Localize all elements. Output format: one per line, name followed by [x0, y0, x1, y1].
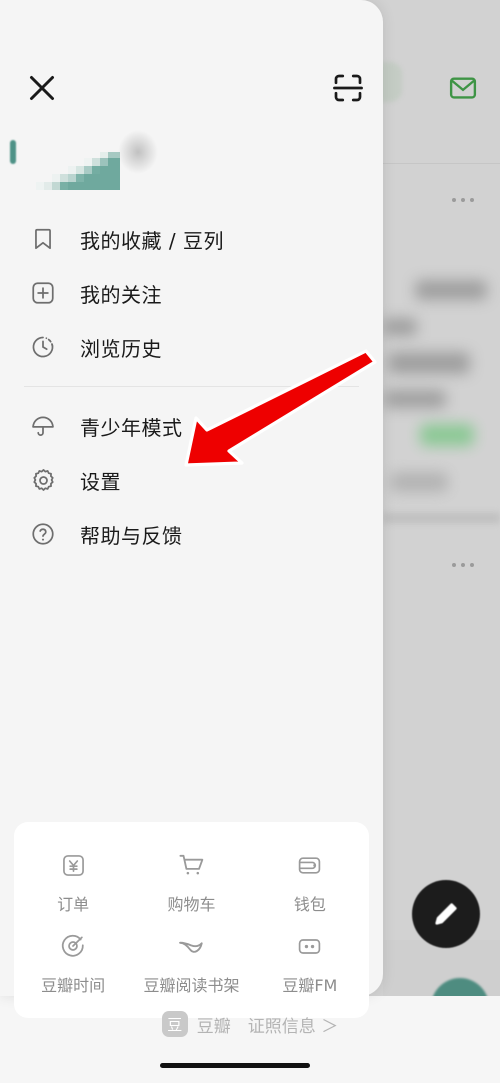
- background-highlight-block: [420, 424, 474, 446]
- service-douban-time[interactable]: 豆瓣时间: [14, 921, 132, 1002]
- menu-item-label: 我的关注: [80, 282, 162, 307]
- side-drawer: 我的收藏 / 豆列 我的关注 浏览历史 青少年模式 设置 帮助与反馈 订单 购物…: [0, 0, 383, 1018]
- scan-icon[interactable]: [330, 70, 366, 106]
- service-label: 豆瓣阅读书架: [143, 976, 240, 995]
- gear-icon: [26, 463, 60, 497]
- service-label: 豆瓣FM: [282, 976, 338, 995]
- menu-item-help[interactable]: 帮助与反馈: [0, 507, 383, 561]
- menu-item-label: 浏览历史: [80, 336, 162, 361]
- service-douban-read[interactable]: 豆瓣阅读书架: [132, 921, 250, 1002]
- douban-time-icon: [59, 929, 87, 963]
- avatar[interactable]: [10, 140, 16, 164]
- menu-item-teen-mode[interactable]: 青少年模式: [0, 399, 383, 453]
- home-indicator[interactable]: [160, 1063, 310, 1068]
- services-grid-row: 豆瓣时间 豆瓣阅读书架 豆瓣FM: [14, 921, 369, 1002]
- service-orders[interactable]: 订单: [14, 840, 132, 921]
- footer: 豆 豆瓣 证照信息 ＞: [0, 1004, 500, 1044]
- envelope-icon[interactable]: [444, 73, 482, 103]
- clock-history-icon: [26, 330, 60, 364]
- services-grid-row: 订单 购物车 钱包: [14, 840, 369, 921]
- license-info-link[interactable]: 证照信息 ＞: [248, 1012, 338, 1037]
- menu-item-label: 帮助与反馈: [80, 523, 183, 548]
- douban-logo-icon: 豆: [161, 1011, 188, 1037]
- menu-item-label: 我的收藏 / 豆列: [80, 228, 224, 253]
- bookmark-icon: [26, 222, 60, 256]
- background-text-block: [383, 318, 417, 336]
- background-section-band: [383, 512, 500, 524]
- app-screen: 我的收藏 / 豆列 我的关注 浏览历史 青少年模式 设置 帮助与反馈 订单 购物…: [0, 0, 500, 1083]
- service-wallet[interactable]: 钱包: [251, 840, 369, 921]
- close-icon[interactable]: [24, 70, 60, 106]
- services-grid-card: 订单 购物车 钱包 豆瓣时间 豆瓣阅读书架 豆瓣FM: [14, 822, 369, 1018]
- menu-item-label: 青少年模式: [80, 415, 183, 440]
- service-label: 购物车: [167, 895, 216, 914]
- footer-brand: 豆瓣: [196, 1016, 231, 1037]
- menu-divider: [24, 386, 359, 387]
- shopping-cart-icon: [177, 848, 206, 882]
- background-divider: [383, 163, 500, 164]
- menu-item-settings[interactable]: 设置: [0, 453, 383, 507]
- background-text-block: [390, 472, 448, 492]
- drawer-header: [0, 0, 383, 150]
- service-label: 豆瓣时间: [41, 976, 106, 995]
- douban-fm-icon: [296, 929, 323, 963]
- menu-item-following[interactable]: 我的关注: [0, 266, 383, 320]
- drawer-menu: 我的收藏 / 豆列 我的关注 浏览历史 青少年模式 设置 帮助与反馈: [0, 212, 383, 561]
- question-circle-icon: [26, 517, 60, 551]
- service-douban-fm[interactable]: 豆瓣FM: [251, 921, 369, 1002]
- umbrella-icon: [26, 409, 60, 443]
- pencil-icon[interactable]: [412, 880, 480, 948]
- ellipsis-icon[interactable]: [452, 563, 474, 567]
- menu-item-history[interactable]: 浏览历史: [0, 320, 383, 374]
- service-label: 订单: [57, 895, 90, 914]
- service-cart[interactable]: 购物车: [132, 840, 250, 921]
- background-text-block: [415, 280, 487, 300]
- service-label: 钱包: [293, 895, 326, 914]
- wallet-icon: [296, 848, 323, 882]
- redacted-username: [36, 144, 120, 190]
- ellipsis-icon[interactable]: [452, 198, 474, 202]
- profile-header[interactable]: [0, 130, 180, 200]
- menu-item-favorites[interactable]: 我的收藏 / 豆列: [0, 212, 383, 266]
- douban-read-icon: [176, 929, 206, 963]
- redacted-blur: [118, 130, 158, 174]
- background-text-block: [384, 390, 446, 408]
- plus-square-icon: [26, 276, 60, 310]
- background-text-block: [388, 352, 470, 374]
- menu-item-label: 设置: [80, 469, 121, 494]
- yen-square-icon: [60, 848, 87, 882]
